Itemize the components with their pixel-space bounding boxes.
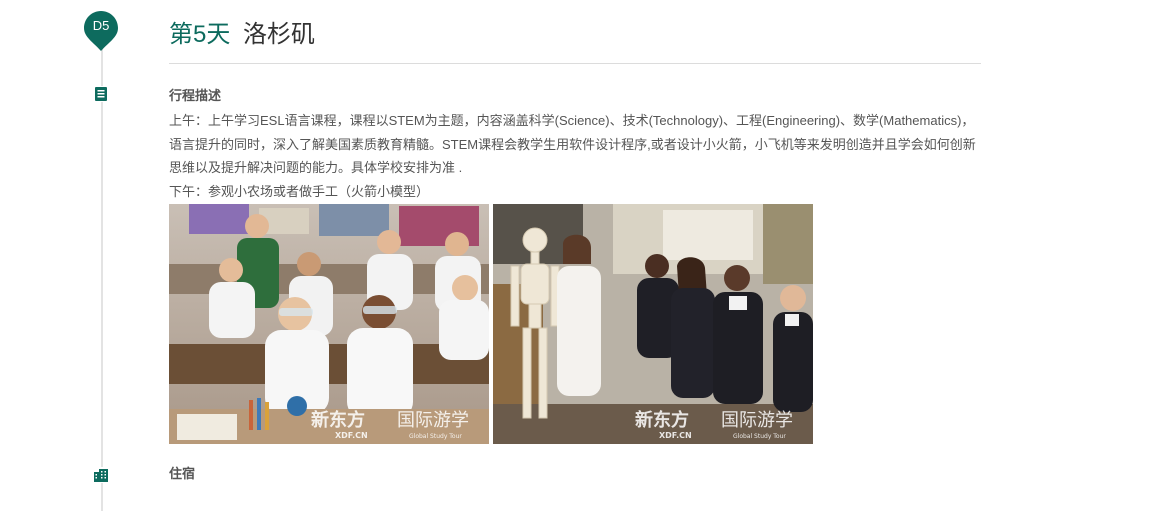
watermark-tour: 国际游学 [721, 410, 793, 431]
lodging-heading: 住宿 [169, 466, 196, 481]
watermark-url: XDF.CN [335, 431, 368, 440]
classroom-lab-photo[interactable]: 新东方 国际游学 XDF.CN Global Study Tour [169, 204, 489, 444]
day-marker: D5 [83, 10, 119, 52]
watermark-en: Global Study Tour [409, 433, 462, 440]
timeline-line [101, 40, 103, 511]
watermark-brand: 新东方 [311, 409, 365, 431]
watermark-en: Global Study Tour [733, 433, 786, 440]
day-header: 第5天 洛杉矶 [169, 18, 981, 64]
schedule-description: 上午：上午学习ESL语言课程，课程以STEM为主题，内容涵盖科学(Science… [169, 109, 984, 203]
afternoon-text: 下午：参观小农场或者做手工（火箭小模型） [169, 183, 430, 199]
building-icon [93, 467, 109, 483]
day-number-title: 第5天 [169, 21, 231, 48]
photo-gallery: 新东方 国际游学 XDF.CN Global Study Tour 新东方 国际… [169, 204, 813, 444]
itinerary-day-page: D5 第5天 洛杉矶 行程描述 上午：上午学习ESL语言课程，课程以STEM为主… [0, 0, 1173, 511]
city-title: 洛杉矶 [243, 21, 315, 48]
watermark-url: XDF.CN [659, 431, 692, 440]
watermark-brand: 新东方 [635, 409, 689, 431]
document-icon [93, 86, 109, 102]
day-badge-label: D5 [92, 18, 110, 33]
anatomy-class-photo[interactable]: 新东方 国际游学 XDF.CN Global Study Tour [493, 204, 813, 444]
morning-text: 上午：上午学习ESL语言课程，课程以STEM为主题，内容涵盖科学(Science… [169, 113, 976, 175]
schedule-heading: 行程描述 [169, 88, 222, 103]
watermark-tour: 国际游学 [397, 410, 469, 431]
